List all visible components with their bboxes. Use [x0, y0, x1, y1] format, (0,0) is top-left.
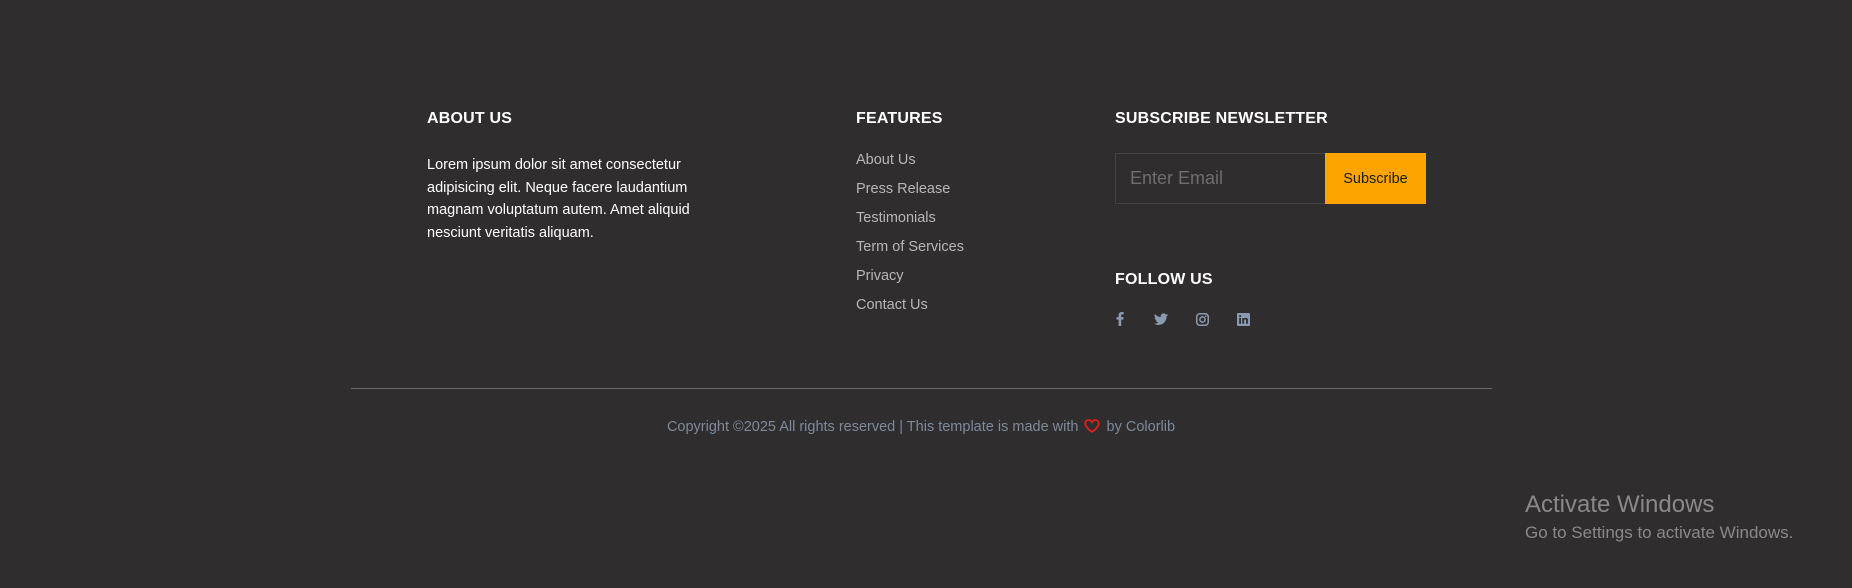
newsletter-title: SUBSCRIBE NEWSLETTER — [1115, 110, 1328, 127]
subscribe-button[interactable]: Subscribe — [1325, 153, 1426, 204]
newsletter-form: Subscribe — [1115, 153, 1426, 204]
features-link-press-release[interactable]: Press Release — [856, 181, 950, 197]
social-links — [1113, 311, 1277, 327]
features-list-item: Testimonials — [856, 208, 964, 237]
footer-divider — [351, 388, 1492, 389]
copyright-by: by — [1106, 419, 1122, 435]
features-link-contact-us[interactable]: Contact Us — [856, 297, 928, 313]
twitter-icon[interactable] — [1154, 311, 1168, 327]
features-list-item: Privacy — [856, 266, 964, 295]
windows-activation-watermark: Activate Windows Go to Settings to activ… — [1525, 490, 1793, 544]
colorlib-link[interactable]: Colorlib — [1126, 419, 1175, 435]
instagram-icon[interactable] — [1195, 311, 1209, 327]
features-link-testimonials[interactable]: Testimonials — [856, 210, 936, 226]
linkedin-icon[interactable] — [1236, 311, 1250, 327]
follow-title: FOLLOW US — [1115, 271, 1213, 288]
site-footer: ABOUT US Lorem ipsum dolor sit amet cons… — [0, 0, 1852, 588]
watermark-subtitle: Go to Settings to activate Windows. — [1525, 523, 1794, 542]
features-list-item: Contact Us — [856, 295, 964, 324]
copyright-prefix: Copyright ©2025 All rights reserved | Th… — [666, 419, 1079, 435]
features-list-item: About Us — [856, 150, 964, 179]
heart-icon — [1084, 419, 1101, 437]
features-list: About Us Press Release Testimonials Term… — [856, 150, 964, 324]
features-title: FEATURES — [856, 110, 943, 127]
about-title: ABOUT US — [427, 110, 513, 127]
features-link-term-of-services[interactable]: Term of Services — [856, 239, 964, 255]
copyright-text: Copyright ©2025 All rights reserved | Th… — [0, 419, 1842, 437]
email-input[interactable] — [1115, 153, 1325, 204]
watermark-title: Activate Windows — [1525, 491, 1715, 518]
features-link-about-us[interactable]: About Us — [856, 152, 916, 168]
features-link-privacy[interactable]: Privacy — [856, 268, 904, 284]
about-text: Lorem ipsum dolor sit amet consectetur a… — [427, 157, 690, 241]
features-list-item: Press Release — [856, 179, 964, 208]
features-list-item: Term of Services — [856, 237, 964, 266]
facebook-icon[interactable] — [1113, 311, 1127, 327]
